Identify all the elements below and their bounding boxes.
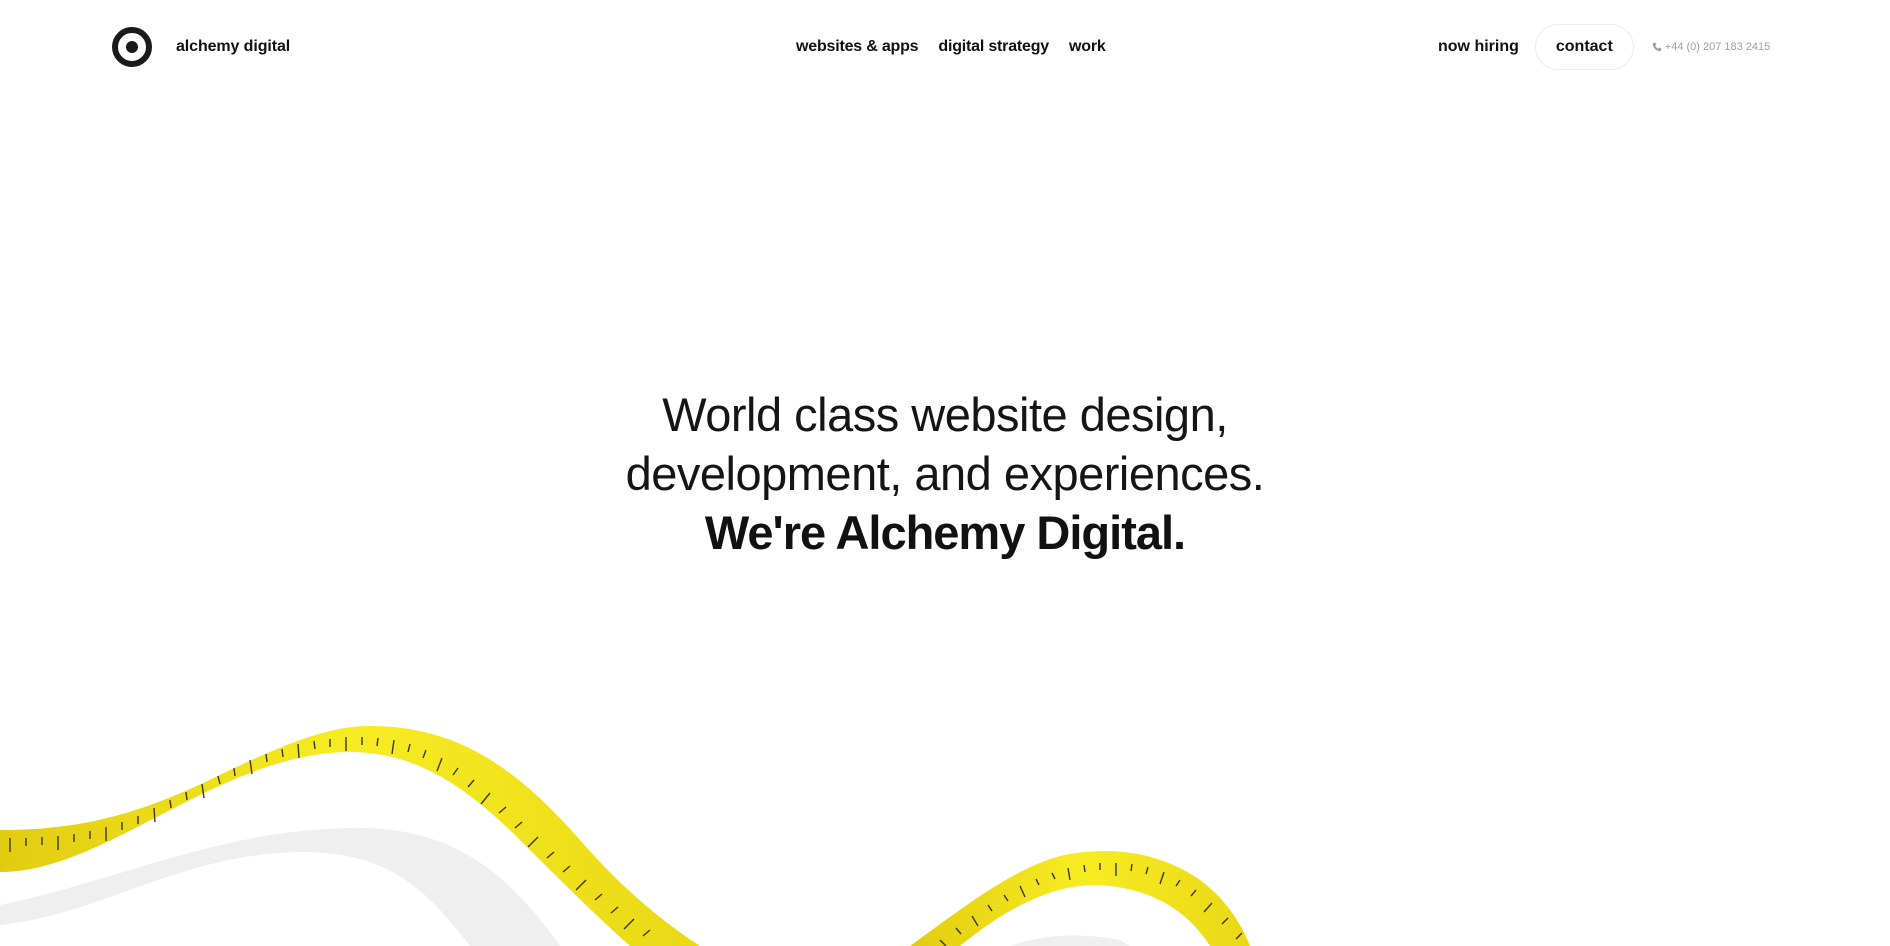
hero: World class website design, development,… [0, 385, 1890, 562]
header-actions: now hiring contact +44 (0) 207 183 2415 [1438, 24, 1770, 70]
hero-headline: We're Alchemy Digital. [704, 506, 1186, 559]
brand-name: alchemy digital [176, 38, 291, 55]
tape-shadow-right [1010, 935, 1130, 946]
target-ring-icon [112, 27, 152, 67]
phone-text: +44 (0) 207 183 2415 [1664, 41, 1771, 53]
site-header: alchemy digital websites & apps digital … [0, 0, 1890, 94]
logo-link[interactable]: alchemy digital [112, 27, 290, 67]
nav-work[interactable]: work [1069, 38, 1106, 56]
nav-digital-strategy[interactable]: digital strategy [938, 38, 1049, 56]
tape-ribbon-right [910, 851, 1250, 946]
nav-websites-apps[interactable]: websites & apps [796, 38, 919, 56]
phone-number[interactable]: +44 (0) 207 183 2415 [1652, 41, 1771, 53]
measuring-tape-illustration [0, 726, 1250, 946]
main-nav: websites & apps digital strategy work [796, 38, 1106, 56]
contact-button[interactable]: contact [1534, 24, 1634, 70]
hero-line-2: development, and experiences. [625, 447, 1265, 500]
hero-line-1: World class website design, [662, 388, 1228, 441]
phone-icon [1652, 42, 1661, 52]
now-hiring-link[interactable]: now hiring [1438, 38, 1519, 56]
